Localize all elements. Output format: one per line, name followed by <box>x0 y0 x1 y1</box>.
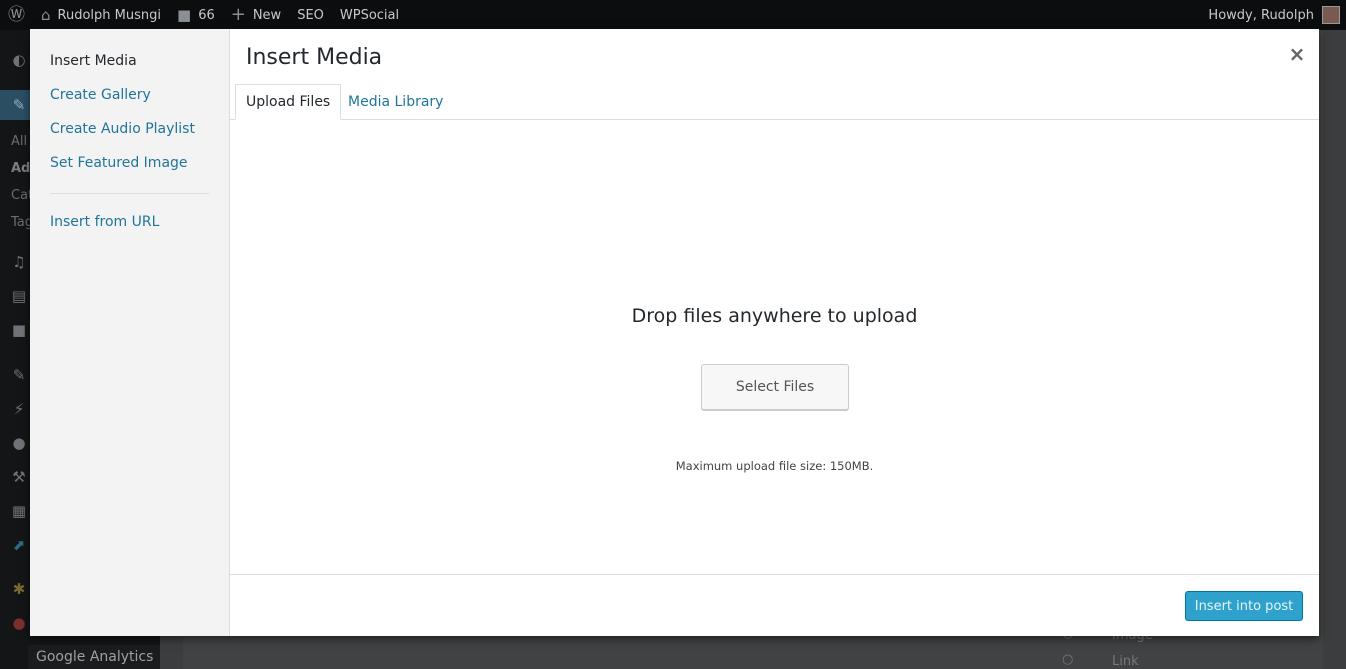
sidebar-text-1: All <box>11 134 28 149</box>
pin-icon: ✎ <box>12 96 26 114</box>
menu-item-create-gallery[interactable]: Create Gallery <box>50 87 151 103</box>
insert-into-post-button[interactable]: Insert into post <box>1185 591 1303 621</box>
site-name-link[interactable]: ⌂ Rudolph Musngi <box>33 0 169 30</box>
close-icon: × <box>1288 42 1306 66</box>
plugin-star-icon: ✱ <box>12 580 26 598</box>
comments-count: 66 <box>198 7 215 23</box>
tab-media-library[interactable]: Media Library <box>338 84 453 120</box>
menu-item-insert-from-url[interactable]: Insert from URL <box>50 214 159 230</box>
posts-menu-highlight: ✎ <box>0 90 30 120</box>
users-icon: ● <box>12 434 26 452</box>
max-upload-size: Maximum upload file size: 150MB. <box>675 459 874 473</box>
avatar <box>1322 6 1340 24</box>
format-radio-icon-2: ○ <box>1062 652 1074 667</box>
close-button[interactable]: × <box>1284 41 1310 67</box>
pages-icon: ▤ <box>11 287 27 305</box>
plugin-red-icon: ● <box>12 614 26 632</box>
upload-instructions: Drop files anywhere to upload <box>631 305 918 327</box>
comments-link[interactable]: ■ 66 <box>169 0 223 30</box>
menu-separator <box>50 193 209 194</box>
plugins-icon: ⚡ <box>13 400 25 418</box>
tab-upload-files[interactable]: Upload Files <box>235 84 342 120</box>
wpsocial-label: WPSocial <box>339 7 400 23</box>
seo-label: SEO <box>297 7 324 23</box>
home-icon: ⌂ <box>41 5 51 24</box>
wpsocial-link[interactable]: WPSocial <box>332 0 407 30</box>
sidebar-text-2: Ad <box>11 161 31 176</box>
menu-item-create-audio-playlist[interactable]: Create Audio Playlist <box>50 121 195 137</box>
media-toolbar: Insert into post <box>230 574 1319 636</box>
menu-item-set-featured-image[interactable]: Set Featured Image <box>50 155 188 171</box>
wordpress-logo-button[interactable]: Ⓦ <box>0 0 33 30</box>
plus-icon: + <box>230 4 246 25</box>
media-menu: Insert Media Create Gallery Create Audio… <box>30 29 230 636</box>
menu-item-insert-media[interactable]: Insert Media <box>50 53 137 69</box>
my-account-link[interactable]: Howdy, Rudolph <box>1200 0 1346 30</box>
new-content-link[interactable]: + New <box>223 0 289 30</box>
comment-icon: ■ <box>177 5 192 24</box>
seo-link[interactable]: SEO <box>289 0 332 30</box>
dashboard-icon: ◐ <box>12 51 26 69</box>
site-name-label: Rudolph Musngi <box>57 7 161 23</box>
settings-icon: ▦ <box>11 502 27 520</box>
new-label: New <box>252 7 282 23</box>
sidebar-item-google-analytics[interactable]: Google Analytics <box>28 645 160 669</box>
modal-title: Insert Media <box>246 45 383 70</box>
comments-icon: ■ <box>11 321 27 339</box>
plugin-link-icon: ⬈ <box>12 536 26 554</box>
greeting-label: Howdy, Rudolph <box>1208 7 1314 23</box>
select-files-button[interactable]: Select Files <box>701 364 849 410</box>
media-modal: Insert Media Create Gallery Create Audio… <box>30 29 1319 636</box>
appearance-icon: ✎ <box>12 366 26 384</box>
tools-icon: ⚒ <box>12 468 26 486</box>
admin-bar: Ⓦ ⌂ Rudolph Musngi ■ 66 + New SEO WPSoci… <box>0 0 1346 30</box>
media-icon: ♫ <box>12 253 26 271</box>
format-link-label: Link <box>1112 654 1139 669</box>
wordpress-logo-icon: Ⓦ <box>8 4 25 25</box>
